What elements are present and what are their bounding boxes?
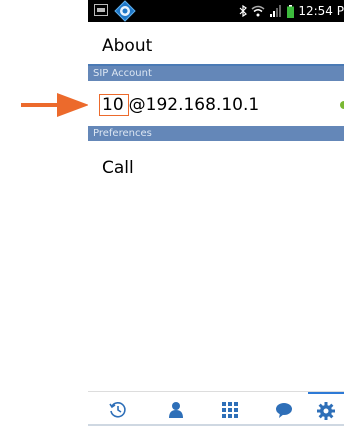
- phone-screen: 12:54 P About SIP Account 10 @192.168.10.…: [88, 0, 344, 426]
- preference-item-call[interactable]: Call: [88, 146, 344, 190]
- tab-chat[interactable]: [266, 392, 302, 426]
- bluetooth-icon: [239, 5, 248, 17]
- tab-contacts[interactable]: [158, 392, 194, 426]
- chat-icon: [276, 402, 292, 418]
- sip-host: @192.168.10.1: [128, 95, 260, 115]
- section-header-sip-account: SIP Account: [88, 66, 344, 81]
- registration-status-icon: [340, 101, 344, 109]
- app-logo-icon: [114, 0, 136, 22]
- section-header-preferences: Preferences: [88, 126, 344, 141]
- signal-icon: [270, 5, 282, 17]
- app-header: About: [88, 22, 344, 66]
- clock: 12:54 P: [298, 4, 344, 18]
- wifi-icon: [251, 5, 265, 17]
- call-label: Call: [102, 158, 134, 178]
- sip-account-label: 10 @192.168.10.1: [99, 94, 260, 116]
- history-icon: [109, 401, 126, 418]
- sip-account-row[interactable]: 10 @192.168.10.1: [88, 81, 344, 125]
- settings-icon: [317, 401, 335, 420]
- contacts-icon: [169, 401, 183, 418]
- sip-extension-highlight: 10: [99, 94, 129, 116]
- bottom-tab-bar: [88, 391, 344, 426]
- dialpad-icon: [222, 401, 238, 418]
- tab-history[interactable]: [100, 392, 136, 426]
- tab-dialpad[interactable]: [212, 392, 248, 426]
- battery-icon: [287, 4, 295, 18]
- notification-icon: [94, 4, 108, 16]
- annotation-arrow-icon: [21, 93, 89, 117]
- page-title: About: [102, 36, 153, 56]
- tab-settings[interactable]: [308, 392, 344, 426]
- status-bar: 12:54 P: [88, 0, 344, 22]
